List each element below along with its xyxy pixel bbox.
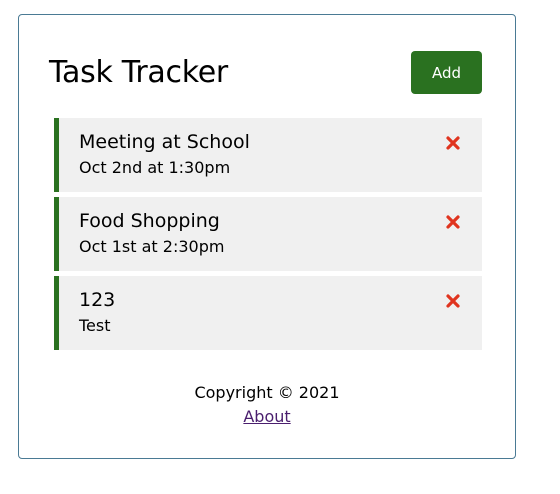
task-list: Meeting at School Oct 2nd at 1:30pm Food… xyxy=(54,118,482,355)
close-icon[interactable] xyxy=(444,213,462,231)
footer: Copyright © 2021 About xyxy=(19,381,515,429)
task-day: Oct 1st at 2:30pm xyxy=(79,237,225,256)
task-title: Food Shopping xyxy=(79,210,220,232)
app-container: Task Tracker Add Meeting at School Oct 2… xyxy=(18,14,516,459)
task-day: Oct 2nd at 1:30pm xyxy=(79,158,231,177)
add-task-button[interactable]: Add xyxy=(411,51,482,94)
task-item[interactable]: Meeting at School Oct 2nd at 1:30pm xyxy=(54,118,482,192)
task-title: 123 xyxy=(79,289,116,311)
close-icon[interactable] xyxy=(444,134,462,152)
page-title: Task Tracker xyxy=(49,55,228,90)
copyright-text: Copyright © 2021 xyxy=(194,383,340,402)
close-icon[interactable] xyxy=(444,292,462,310)
task-item[interactable]: Food Shopping Oct 1st at 2:30pm xyxy=(54,197,482,271)
header: Task Tracker Add xyxy=(49,51,482,94)
about-link[interactable]: About xyxy=(243,405,290,429)
task-title: Meeting at School xyxy=(79,131,250,153)
task-item[interactable]: 123 Test xyxy=(54,276,482,350)
task-day: Test xyxy=(79,316,111,335)
